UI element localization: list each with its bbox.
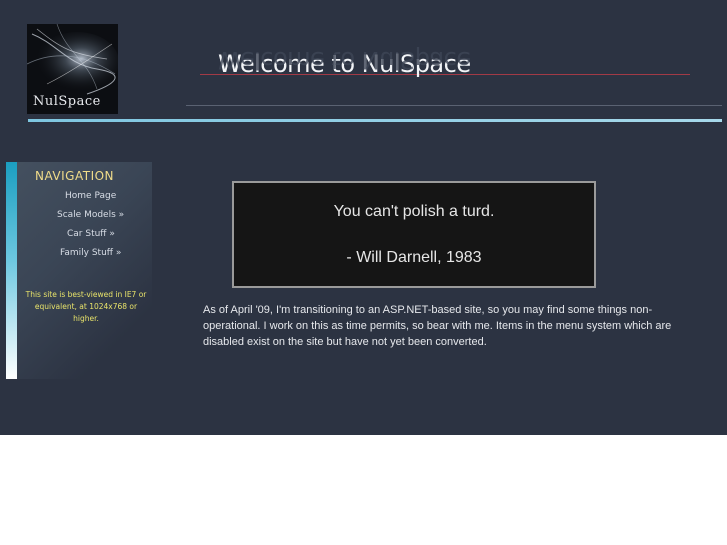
quote-attribution: - Will Darnell, 1983 xyxy=(346,249,482,266)
nav-item-home-page[interactable]: Home Page xyxy=(65,191,116,201)
logo-text: NulSpace xyxy=(33,94,101,109)
nav-item-car-stuff[interactable]: Car Stuff » xyxy=(67,229,115,239)
page-title-reflection: Welcome to NulSpace xyxy=(218,46,471,74)
browser-note: This site is best-viewed in IE7 or equiv… xyxy=(25,290,147,323)
quote-box: You can't polish a turd. - Will Darnell,… xyxy=(232,181,596,288)
nav-heading: NAVIGATION xyxy=(35,169,115,183)
nav-item-scale-models[interactable]: Scale Models » xyxy=(57,210,124,220)
site-notice: As of April '09, I'm transitioning to an… xyxy=(203,304,672,348)
title-divider xyxy=(186,105,722,106)
header-divider xyxy=(28,119,722,122)
nav-accent-strip xyxy=(6,162,17,379)
quote-text: You can't polish a turd. xyxy=(333,203,495,220)
site-logo[interactable]: NulSpace xyxy=(27,24,118,114)
nav-item-family-stuff[interactable]: Family Stuff » xyxy=(60,248,121,258)
